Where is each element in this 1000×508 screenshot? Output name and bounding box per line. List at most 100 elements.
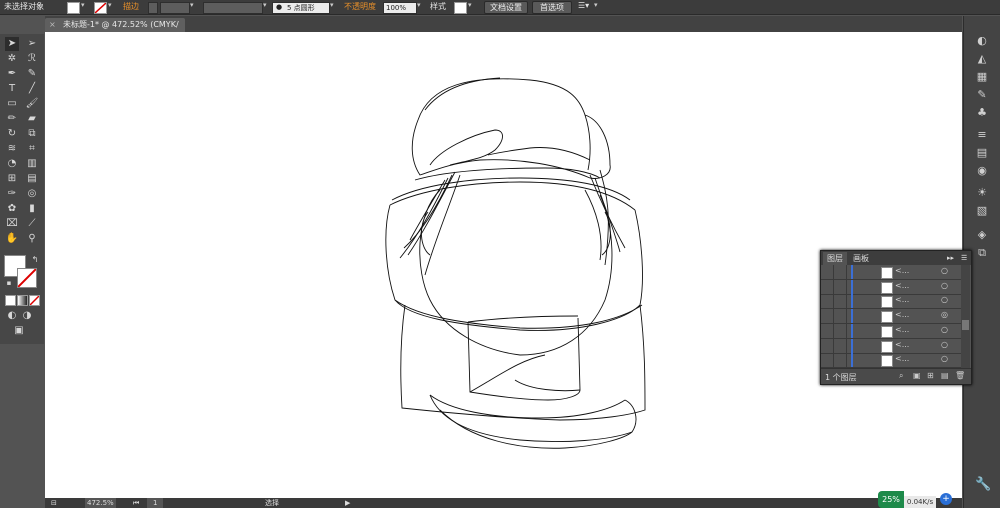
layers-scrollbar[interactable]: [961, 265, 970, 368]
lock-toggle[interactable]: [834, 265, 847, 279]
layers-panel-icon[interactable]: ◈: [975, 228, 989, 242]
chevron-down-icon[interactable]: ▾: [263, 1, 267, 9]
direct-selection-tool-icon[interactable]: ➢: [25, 37, 39, 51]
stroke-swatch[interactable]: [94, 2, 107, 14]
stroke-weight-field[interactable]: [160, 2, 190, 14]
artboard-tool-icon[interactable]: ⌧: [5, 217, 19, 231]
brush-definition[interactable]: ● 5 点圆形: [272, 2, 330, 14]
scrollbar-thumb[interactable]: [962, 320, 969, 330]
chevron-down-icon[interactable]: ▾: [330, 1, 334, 9]
first-artboard-icon[interactable]: ⏮: [133, 498, 139, 508]
curvature-tool-icon[interactable]: ✎: [25, 67, 39, 81]
layer-row[interactable]: <... ○: [821, 279, 961, 295]
magic-wand-tool-icon[interactable]: ✲: [5, 52, 19, 66]
target-indicator[interactable]: ○: [941, 354, 948, 363]
plus-badge-icon[interactable]: +: [940, 493, 952, 505]
wrench-icon[interactable]: 🔧: [975, 478, 991, 492]
symbols-panel-icon[interactable]: ♣: [975, 106, 989, 120]
pencil-tool-icon[interactable]: ✏: [5, 112, 19, 126]
artboards-panel-icon[interactable]: ⧉: [975, 246, 989, 260]
new-sublayer-icon[interactable]: ⊞: [927, 371, 934, 380]
chevron-down-icon[interactable]: ▾: [417, 1, 421, 9]
color-panel-icon[interactable]: ◐: [975, 34, 989, 48]
pen-tool-icon[interactable]: ✒: [5, 67, 19, 81]
lock-toggle[interactable]: [834, 309, 847, 324]
scale-tool-icon[interactable]: ⧉: [25, 127, 39, 141]
make-clipping-mask-icon[interactable]: ▣: [913, 371, 921, 380]
tab-artboards[interactable]: 画板: [849, 252, 873, 265]
opacity-field[interactable]: 100%: [383, 2, 417, 14]
screen-mode-icon[interactable]: ▣: [12, 324, 26, 338]
gradient-panel-icon[interactable]: ▤: [975, 146, 989, 160]
swatches-panel-icon[interactable]: ▦: [975, 70, 989, 84]
graphic-styles-panel-icon[interactable]: ▧: [975, 204, 989, 218]
preferences-button[interactable]: 首选项: [532, 1, 572, 14]
gradient-mode-icon[interactable]: [17, 295, 28, 306]
layer-row[interactable]: <... ○: [821, 353, 961, 369]
gradient-tool-icon[interactable]: ▤: [25, 172, 39, 186]
lock-toggle[interactable]: [834, 353, 847, 368]
selection-tool-icon[interactable]: ➤: [5, 37, 19, 51]
zoom-tool-icon[interactable]: ⚲: [25, 232, 39, 246]
chevron-down-icon[interactable]: ▾: [190, 1, 194, 9]
stroke-label[interactable]: 描边: [123, 1, 139, 12]
target-indicator[interactable]: ○: [941, 340, 948, 349]
chevron-down-icon[interactable]: ▾: [81, 1, 85, 9]
tab-layers[interactable]: 图层: [823, 252, 847, 265]
visibility-toggle[interactable]: [821, 309, 834, 324]
slice-tool-icon[interactable]: ⟋: [25, 217, 39, 231]
canvas-zoom-icon[interactable]: ⊟: [51, 498, 57, 508]
style-swatch[interactable]: [454, 2, 467, 14]
hand-tool-icon[interactable]: ✋: [5, 232, 19, 246]
opacity-label[interactable]: 不透明度: [344, 1, 376, 12]
blend-tool-icon[interactable]: ◎: [25, 187, 39, 201]
lock-toggle[interactable]: [834, 338, 847, 353]
document-setup-button[interactable]: 文档设置: [484, 1, 528, 14]
layer-row[interactable]: <... ◎: [821, 309, 961, 325]
swap-fill-stroke-icon[interactable]: ↰: [28, 253, 42, 267]
brushes-panel-icon[interactable]: ✎: [975, 88, 989, 102]
layer-row[interactable]: <... ○: [821, 265, 961, 280]
stroke-color-box[interactable]: [17, 268, 37, 288]
shape-builder-tool-icon[interactable]: ◔: [5, 157, 19, 171]
transparency-panel-icon[interactable]: ◉: [975, 164, 989, 178]
rotate-tool-icon[interactable]: ↻: [5, 127, 19, 141]
stroke-panel-icon[interactable]: ≡: [975, 128, 989, 142]
default-fill-stroke-icon[interactable]: ▪: [2, 276, 16, 290]
paintbrush-tool-icon[interactable]: 🖌: [25, 97, 39, 111]
arrange-documents-icon[interactable]: ☰▾: [578, 1, 589, 10]
target-indicator[interactable]: ○: [941, 295, 948, 304]
visibility-toggle[interactable]: [821, 265, 834, 279]
panel-menu-icon[interactable]: ☰: [957, 252, 971, 265]
status-menu-arrow-icon[interactable]: ▶: [345, 498, 350, 508]
delete-layer-icon[interactable]: 🗑: [955, 371, 965, 380]
color-mode-icon[interactable]: [5, 295, 16, 306]
fill-swatch[interactable]: [67, 2, 80, 14]
perspective-grid-tool-icon[interactable]: ⊞: [5, 172, 19, 186]
document-tab[interactable]: × 未标题-1* @ 472.52% (CMYK/轮廓): [45, 18, 185, 43]
live-paint-tool-icon[interactable]: ▥: [25, 157, 39, 171]
collapse-panel-icon[interactable]: ▸▸: [943, 252, 958, 265]
close-icon[interactable]: ×: [49, 18, 56, 32]
target-indicator[interactable]: ◎: [941, 310, 948, 319]
lock-toggle[interactable]: [834, 323, 847, 338]
chevron-down-icon[interactable]: ▾: [108, 1, 112, 9]
color-guide-icon[interactable]: ◭: [975, 52, 989, 66]
stroke-stepper[interactable]: [148, 2, 158, 14]
free-transform-tool-icon[interactable]: ⌗: [25, 142, 39, 156]
variable-width-field[interactable]: [203, 2, 263, 14]
none-mode-icon[interactable]: [29, 295, 40, 306]
chevron-down-icon[interactable]: ▾: [594, 1, 598, 9]
lock-toggle[interactable]: [834, 294, 847, 309]
type-tool-icon[interactable]: T: [5, 82, 19, 96]
line-tool-icon[interactable]: ╱: [25, 82, 39, 96]
chevron-down-icon[interactable]: ▾: [468, 1, 472, 9]
locate-object-icon[interactable]: ⌕: [899, 371, 903, 381]
symbol-sprayer-tool-icon[interactable]: ✿: [5, 202, 19, 216]
target-indicator[interactable]: ○: [941, 325, 948, 334]
width-tool-icon[interactable]: ≋: [5, 142, 19, 156]
visibility-toggle[interactable]: [821, 279, 834, 294]
layer-row[interactable]: <... ○: [821, 323, 961, 339]
visibility-toggle[interactable]: [821, 338, 834, 353]
rectangle-tool-icon[interactable]: ▭: [5, 97, 19, 111]
